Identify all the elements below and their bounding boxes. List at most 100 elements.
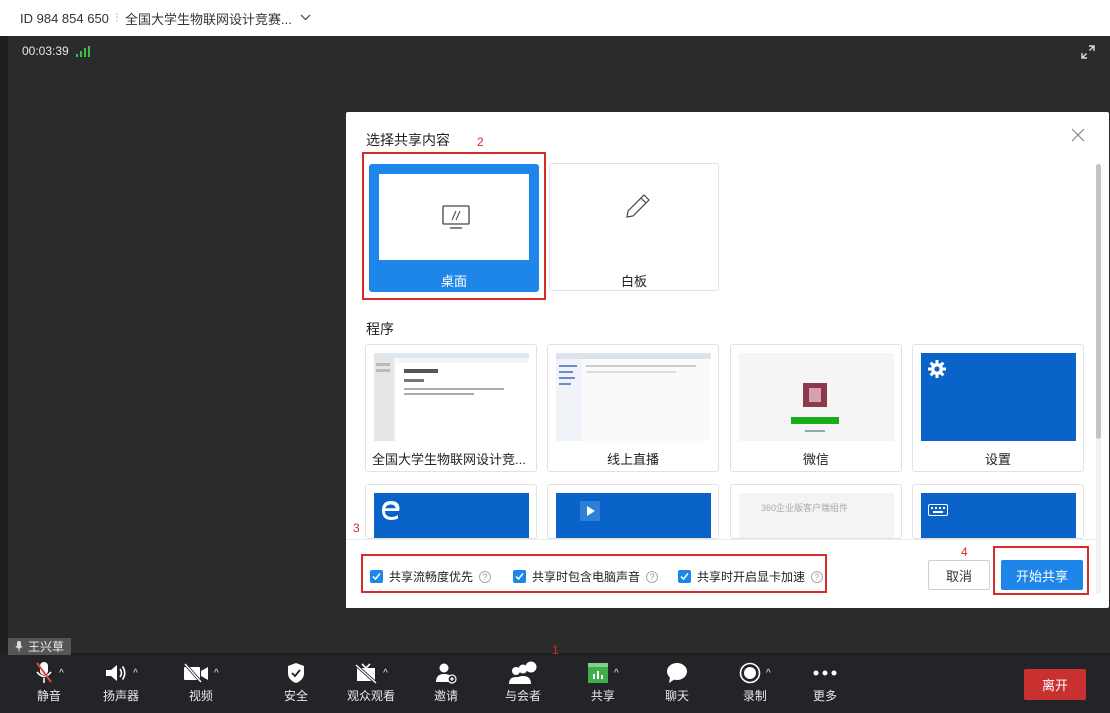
mic-muted-icon [36,662,52,683]
active-speaker-tag: 王兴草 [8,638,72,655]
dialog-title: 选择共享内容 [366,132,450,148]
annotation-step-4: 4 [961,545,968,559]
toolbar-label: 静音 [36,689,61,703]
app-label: 微信 [802,452,829,467]
title-separator: ⁝ [114,10,120,25]
participants-icon [509,661,537,684]
app-thumbnail-text: 360企业版客户端组件 [761,503,849,513]
toolbar-label: 扬声器 [103,689,140,703]
toolbar-speaker[interactable]: ^ 扬声器 [103,659,139,704]
meeting-id: ID 984 854 650 [20,10,109,26]
speaker-name: 王兴草 [28,640,65,654]
option-label: 共享时包含电脑声音 [532,570,641,584]
toolbar-label: 共享 [590,689,615,703]
app-thumbnail [374,353,529,441]
toolbar-label: 视频 [188,689,213,703]
chevron-up-icon[interactable]: ^ [614,668,619,679]
meeting-title[interactable]: 全国大学生物联网设计竞赛... [125,9,292,28]
chat-icon [667,663,687,683]
app-thumbnail [556,353,711,441]
meeting-timer: 00:03:39 [22,44,90,58]
shield-icon [288,663,304,683]
toolbar-video[interactable]: ^ 视频 [183,659,219,704]
record-icon [739,662,761,684]
toolbar-record[interactable]: ^ 录制 [739,659,771,704]
toolbar-label: 安全 [284,689,309,703]
app-tile-settings[interactable]: 设置 [912,344,1084,472]
app-tile-competition[interactable]: 全国大学生物联网设计竞... [365,344,537,472]
leave-meeting-button[interactable]: 离开 [1024,669,1086,700]
chevron-up-icon[interactable]: ^ [133,668,138,679]
toolbar-security[interactable]: 安全 [284,659,308,704]
app-thumbnail [921,493,1076,538]
toolbar-label: 更多 [812,689,837,703]
dialog-scrollbar[interactable] [1096,164,1101,594]
toolbar-label: 邀请 [434,689,459,703]
keyboard-icon [928,504,948,516]
signal-strength-icon [75,45,90,57]
monitor-icon [442,205,470,229]
app-thumbnail [556,493,711,538]
close-icon[interactable] [1071,128,1085,142]
chevron-up-icon[interactable]: ^ [214,668,219,679]
chevron-up-icon[interactable]: ^ [383,668,388,679]
checkbox-checked-icon[interactable] [370,570,383,583]
desktop-preview [379,174,529,260]
app-tile-live[interactable]: 线上直播 [547,344,719,472]
chevron-up-icon[interactable]: ^ [766,668,771,679]
pen-icon [626,194,650,218]
start-share-button[interactable]: 开始共享 [1001,560,1083,590]
toolbar-chat[interactable]: 聊天 [665,659,689,704]
media-player-icon [580,501,600,521]
option-include-audio[interactable]: 共享时包含电脑声音 ? [513,568,659,585]
option-label: 共享流畅度优先 [389,570,474,584]
desktop-tile-label: 桌面 [440,274,467,289]
cancel-button[interactable]: 取消 [928,560,990,590]
toolbar-share[interactable]: ^ 共享 [587,659,619,704]
toolbar-more[interactable]: 更多 [812,659,838,704]
toolbar-audience-view[interactable]: ^ 观众观看 [347,659,395,704]
app-tile-keyboard[interactable] [912,484,1084,539]
help-icon[interactable]: ? [479,570,492,583]
app-label: 线上直播 [606,452,659,467]
chevron-up-icon[interactable]: ^ [59,668,64,679]
audience-icon [355,663,378,684]
edge-browser-icon [382,501,400,520]
whiteboard-tile-label: 白板 [620,274,647,289]
toolbar-mute[interactable]: ^ 静音 [34,659,64,704]
help-icon[interactable]: ? [646,570,659,583]
app-label: 设置 [984,452,1011,467]
option-gpu-acceleration[interactable]: 共享时开启显卡加速 ? [678,568,824,585]
app-label: 全国大学生物联网设计竞... [372,452,526,467]
gear-icon [928,360,946,378]
toolbar-invite[interactable]: 邀请 [434,659,458,704]
invite-icon [436,663,457,684]
meeting-toolbar: ^ 静音 ^ 扬声器 ^ 视频 安全 ^ 观众观看 邀请 1 与会者 ^ 共享 … [0,655,1110,713]
option-label: 共享时开启显卡加速 [697,570,806,584]
app-thumbnail [739,353,894,441]
annotation-step-3: 3 [353,521,360,535]
programs-section-title: 程序 [366,321,394,337]
app-thumbnail: 360企业版客户端组件 [739,493,894,538]
app-tile-360-client[interactable]: 360企业版客户端组件 [730,484,902,539]
participants-count-badge: 1 [537,662,543,673]
app-tile-edge[interactable] [365,484,537,539]
share-whiteboard-tile[interactable]: 白板 [549,163,719,291]
checkbox-checked-icon[interactable] [678,570,691,583]
help-icon[interactable]: ? [811,570,824,583]
toolbar-label: 录制 [742,689,767,703]
option-smooth-priority[interactable]: 共享流畅度优先 ? [370,568,492,585]
app-tile-wechat[interactable]: 微信 [730,344,902,472]
share-desktop-tile[interactable]: 桌面 [369,164,539,292]
app-tile-video[interactable] [547,484,719,539]
more-icon [813,670,837,676]
video-off-icon [183,663,208,683]
fullscreen-icon[interactable] [1080,44,1096,60]
app-thumbnail [374,493,529,538]
share-icon [588,663,608,683]
toolbar-participants[interactable]: 1 与会者 [505,659,543,704]
speaker-icon [106,665,126,681]
checkbox-checked-icon[interactable] [513,570,526,583]
chevron-down-icon[interactable] [300,12,311,24]
meeting-title-bar: ID 984 854 650 ⁝ 全国大学生物联网设计竞赛... [0,0,1110,36]
